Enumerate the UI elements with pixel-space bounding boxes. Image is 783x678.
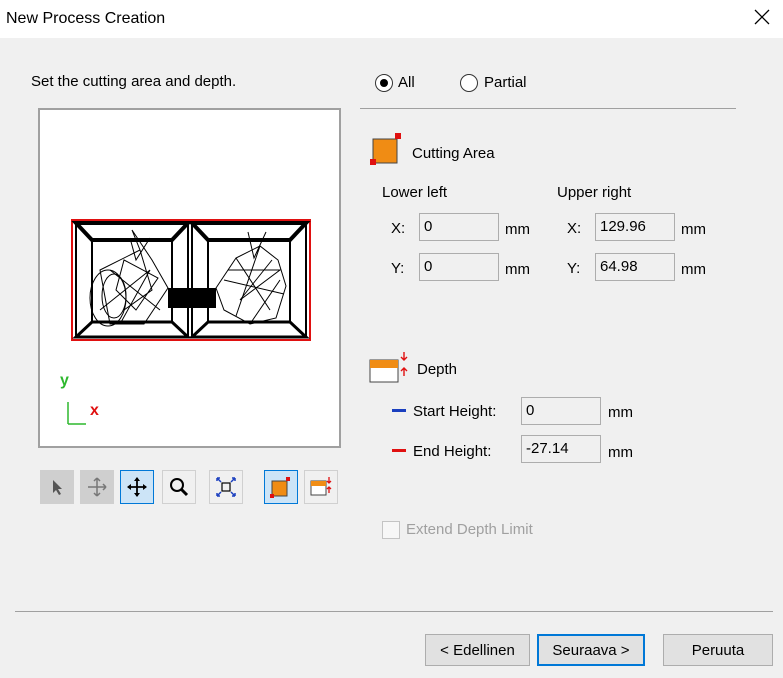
- upper-right-x-unit: mm: [681, 221, 706, 238]
- cursor-arrow-icon: [53, 480, 62, 495]
- radio-selected-dot: [380, 79, 388, 87]
- move-handles-icon: [88, 477, 107, 497]
- pan-disabled-tool-button[interactable]: [80, 470, 114, 504]
- start-height-line-icon: [392, 409, 406, 412]
- y-axis-label: y: [60, 372, 69, 389]
- partial-radio[interactable]: [460, 74, 478, 92]
- cutting-area-icon: [370, 133, 401, 165]
- close-icon[interactable]: [751, 6, 773, 28]
- upper-right-y-label: Y:: [567, 260, 581, 277]
- magnifier-icon: [170, 478, 189, 497]
- title-bar: New Process Creation: [0, 0, 783, 38]
- instructions-label: Set the cutting area and depth.: [31, 73, 237, 90]
- lower-left-y-label: Y:: [391, 260, 405, 277]
- back-button[interactable]: < Edellinen: [425, 634, 530, 666]
- window-title: New Process Creation: [6, 10, 166, 27]
- depth-icon: [310, 477, 332, 496]
- cutting-area-tool-button[interactable]: [264, 470, 298, 504]
- upper-right-label: Upper right: [557, 184, 632, 201]
- lower-left-x-label: X:: [391, 220, 406, 237]
- model-wireframe: [67, 219, 311, 425]
- end-height-line-icon: [392, 449, 406, 452]
- start-height-field[interactable]: 0: [521, 397, 601, 425]
- end-height-field[interactable]: -27.14: [521, 435, 601, 463]
- select-tool-button[interactable]: [40, 470, 74, 504]
- cutting-area-icon: [270, 477, 290, 498]
- depth-label: Depth: [417, 361, 458, 378]
- cutting-area-label: Cutting Area: [412, 145, 495, 162]
- mode-divider: [360, 108, 736, 109]
- upper-right-y-field[interactable]: 64.98: [595, 253, 675, 281]
- end-height-label: End Height:: [413, 443, 492, 460]
- upper-right-x-label: X:: [567, 220, 582, 237]
- fit-view-tool-button[interactable]: [209, 470, 243, 504]
- x-axis-label: x: [90, 402, 99, 419]
- all-radio-label[interactable]: All: [398, 74, 415, 91]
- lower-left-y-field[interactable]: 0: [419, 253, 499, 281]
- end-height-unit: mm: [608, 444, 633, 461]
- move-tool-button[interactable]: [120, 470, 154, 504]
- footer-divider: [15, 611, 773, 612]
- move-arrows-icon: [127, 477, 147, 497]
- start-height-label: Start Height:: [413, 403, 497, 420]
- lower-left-label: Lower left: [382, 184, 448, 201]
- start-height-unit: mm: [608, 404, 633, 421]
- upper-right-y-unit: mm: [681, 261, 706, 278]
- lower-left-x-field[interactable]: 0: [419, 213, 499, 241]
- fit-extents-icon: [216, 477, 236, 497]
- lower-left-y-unit: mm: [505, 261, 530, 278]
- next-button[interactable]: Seuraava >: [537, 634, 645, 666]
- upper-right-x-field[interactable]: 129.96: [595, 213, 675, 241]
- extend-depth-limit-checkbox[interactable]: [382, 521, 400, 539]
- extend-depth-limit-label[interactable]: Extend Depth Limit: [406, 521, 533, 538]
- lower-left-x-unit: mm: [505, 221, 530, 238]
- depth-tool-button[interactable]: [304, 470, 338, 504]
- all-radio[interactable]: [375, 74, 393, 92]
- cancel-button[interactable]: Peruuta: [663, 634, 773, 666]
- model-preview[interactable]: y x: [38, 108, 341, 448]
- depth-icon: [369, 352, 408, 383]
- partial-radio-label[interactable]: Partial: [484, 74, 527, 91]
- zoom-tool-button[interactable]: [162, 470, 196, 504]
